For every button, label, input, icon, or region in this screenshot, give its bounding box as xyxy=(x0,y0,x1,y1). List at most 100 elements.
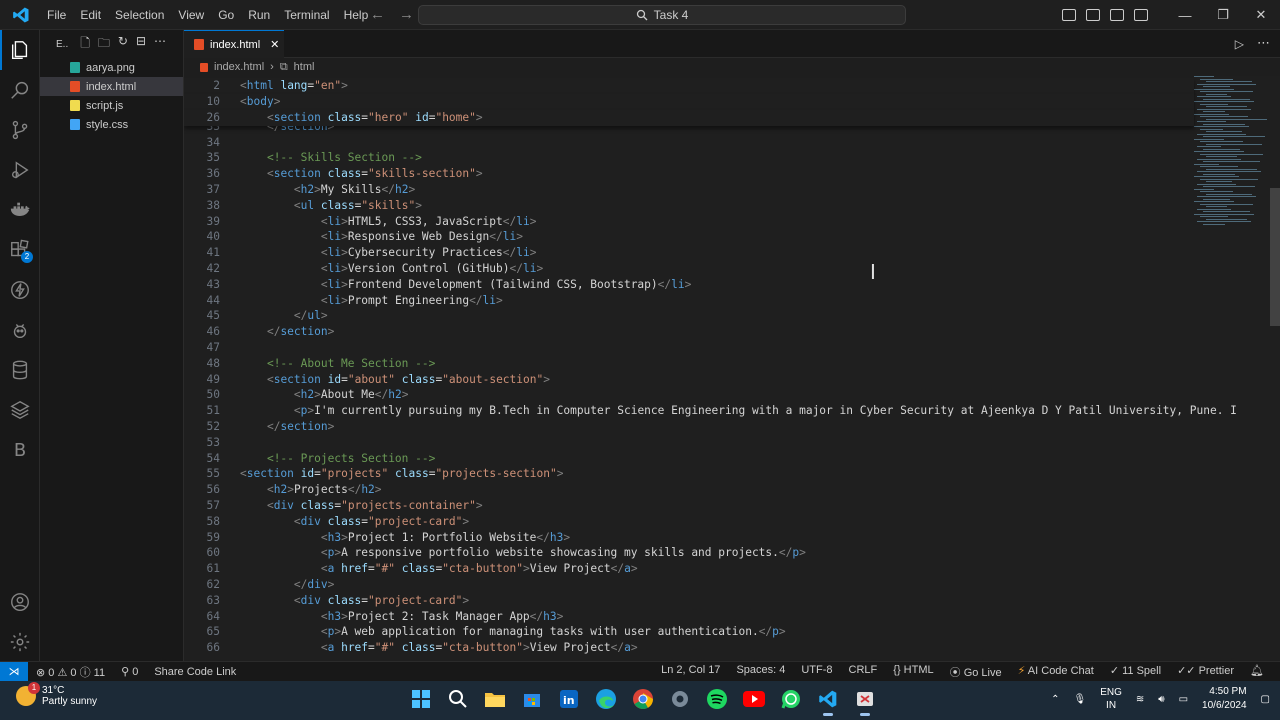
problems-indicator[interactable]: ⊗ 0 ⚠ 0 ⓘ 11 xyxy=(28,664,113,680)
ai-code-chat-button[interactable]: ⚡ AI Code Chat xyxy=(1010,664,1102,680)
menu-file[interactable]: File xyxy=(40,8,73,22)
more-actions-icon[interactable]: ⋯ xyxy=(154,34,166,55)
sticky-scroll-line[interactable]: 2 <html lang="en"> xyxy=(184,78,1194,94)
thunder-client-icon[interactable] xyxy=(0,270,40,310)
run-debug-icon[interactable] xyxy=(0,150,40,190)
copilot-icon[interactable] xyxy=(0,310,40,350)
snipping-tool-icon[interactable] xyxy=(852,686,878,716)
toggle-panel-icon[interactable] xyxy=(1086,9,1100,21)
code-line[interactable]: 54 <!-- Projects Section --> xyxy=(184,451,1194,467)
sticky-scroll-line[interactable]: 26 <section class="hero" id="home"> xyxy=(184,109,1194,126)
code-line[interactable]: 36 <section class="skills-section"> xyxy=(184,166,1194,182)
code-line[interactable]: 66 <a href="#" class="cta-button">View P… xyxy=(184,640,1194,656)
code-line[interactable]: 42 <li>Version Control (GitHub)</li> xyxy=(184,261,1194,277)
bootstrap-b-icon[interactable]: B xyxy=(0,430,40,470)
code-line[interactable]: 64 <h3>Project 2: Task Manager App</h3> xyxy=(184,609,1194,625)
file-aarya-png[interactable]: aarya.png xyxy=(40,58,183,77)
menu-go[interactable]: Go xyxy=(211,8,241,22)
windows-start-icon[interactable] xyxy=(408,686,434,712)
search-icon[interactable] xyxy=(445,686,471,712)
customize-layout-icon[interactable] xyxy=(1134,9,1148,21)
close-window-button[interactable]: ✕ xyxy=(1242,7,1280,23)
code-line[interactable]: 48 <!-- About Me Section --> xyxy=(184,356,1194,372)
command-center-search[interactable]: Task 4 xyxy=(418,5,906,25)
menu-selection[interactable]: Selection xyxy=(108,8,171,22)
file-explorer-icon[interactable] xyxy=(482,686,508,712)
new-folder-icon[interactable]: 🗀 xyxy=(98,34,110,55)
code-line[interactable]: 44 <li>Prompt Engineering</li> xyxy=(184,293,1194,309)
forward-arrow-icon[interactable]: → xyxy=(399,6,414,23)
code-line[interactable]: 47 xyxy=(184,340,1194,356)
database-icon[interactable] xyxy=(0,350,40,390)
menu-terminal[interactable]: Terminal xyxy=(277,8,336,22)
code-line[interactable]: 40 <li>Responsive Web Design</li> xyxy=(184,229,1194,245)
breadcrumb-file[interactable]: index.html xyxy=(214,61,264,73)
weather-widget[interactable]: 1 31°C Partly sunny xyxy=(16,682,97,707)
code-line[interactable]: 57 <div class="projects-container"> xyxy=(184,498,1194,514)
prettier-indicator[interactable]: ✓✓ Prettier xyxy=(1169,664,1242,680)
battery-icon[interactable]: ▭ xyxy=(1179,694,1188,705)
code-line[interactable]: 62 </div> xyxy=(184,577,1194,593)
explorer-icon[interactable] xyxy=(0,30,40,70)
code-line[interactable]: 38 <ul class="skills"> xyxy=(184,198,1194,214)
file-index-html[interactable]: index.html xyxy=(40,77,183,96)
remote-indicator-icon[interactable]: ⋊ xyxy=(0,661,28,682)
run-play-icon[interactable]: ▷ xyxy=(1235,37,1244,51)
layers-icon[interactable] xyxy=(0,390,40,430)
minimap[interactable] xyxy=(1194,76,1270,236)
code-line[interactable]: 53 xyxy=(184,435,1194,451)
language-mode[interactable]: {} HTML xyxy=(885,664,941,680)
settings-icon[interactable] xyxy=(667,686,693,712)
maximize-button[interactable]: ❐ xyxy=(1204,7,1242,23)
encoding[interactable]: UTF-8 xyxy=(793,664,840,680)
search-view-icon[interactable] xyxy=(0,70,40,110)
code-line[interactable]: 49 <section id="about" class="about-sect… xyxy=(184,372,1194,388)
code-line[interactable]: 60 <p>A responsive portfolio website sho… xyxy=(184,545,1194,561)
code-line[interactable]: 45 </ul> xyxy=(184,308,1194,324)
edge-icon[interactable] xyxy=(593,686,619,712)
indentation[interactable]: Spaces: 4 xyxy=(728,664,793,680)
code-line[interactable]: 55 <section id="projects" class="projects… xyxy=(184,466,1194,482)
notifications-bell-icon[interactable]: 🔔︎ xyxy=(1242,664,1272,680)
share-code-link[interactable]: Share Code Link xyxy=(146,666,244,678)
code-line[interactable]: 39 <li>HTML5, CSS3, JavaScript</li> xyxy=(184,214,1194,230)
linkedin-icon[interactable]: in xyxy=(556,686,582,712)
minimize-button[interactable]: — xyxy=(1166,8,1204,23)
code-line[interactable]: 65 <p>A web application for managing tas… xyxy=(184,624,1194,640)
file-script-js[interactable]: script.js xyxy=(40,96,183,115)
vertical-scrollbar[interactable] xyxy=(1268,76,1280,661)
toggle-secondary-sidebar-icon[interactable] xyxy=(1110,9,1124,21)
sticky-scroll-line[interactable]: 10 <body> xyxy=(184,93,1194,110)
menu-edit[interactable]: Edit xyxy=(73,8,108,22)
refresh-icon[interactable]: ↻ xyxy=(118,34,128,55)
microsoft-store-icon[interactable] xyxy=(519,686,545,712)
code-line[interactable]: 59 <h3>Project 1: Portfolio Website</h3> xyxy=(184,530,1194,546)
scrollbar-thumb[interactable] xyxy=(1270,188,1280,326)
tab-index-html[interactable]: index.html ✕ xyxy=(184,30,284,58)
code-line[interactable]: 63 <div class="project-card"> xyxy=(184,593,1194,609)
spotify-icon[interactable] xyxy=(704,686,730,712)
editor-more-actions-icon[interactable]: ⋯ xyxy=(1257,35,1270,51)
code-line[interactable]: 37 <h2>My Skills</h2> xyxy=(184,182,1194,198)
collapse-all-icon[interactable]: ⊟ xyxy=(136,34,146,55)
language-indicator[interactable]: ENG IN xyxy=(1100,686,1122,712)
docker-icon[interactable] xyxy=(0,190,40,230)
menu-run[interactable]: Run xyxy=(241,8,277,22)
clock[interactable]: 4:50 PM 10/6/2024 xyxy=(1202,685,1247,713)
new-file-icon[interactable]: 🗋 xyxy=(80,34,90,55)
end-of-line[interactable]: CRLF xyxy=(841,664,886,680)
ports-indicator[interactable]: ⚲ 0 xyxy=(113,665,146,678)
show-hidden-icons-chevron-icon[interactable]: ⌃ xyxy=(1051,694,1059,705)
close-tab-icon[interactable]: ✕ xyxy=(270,38,279,51)
extensions-icon[interactable]: 2 xyxy=(0,230,40,270)
toggle-primary-sidebar-icon[interactable] xyxy=(1062,9,1076,21)
cursor-position[interactable]: Ln 2, Col 17 xyxy=(653,664,728,680)
notification-center-icon[interactable]: ▢ xyxy=(1261,694,1270,705)
code-line[interactable]: 43 <li>Frontend Development (Tailwind CS… xyxy=(184,277,1194,293)
accounts-icon[interactable] xyxy=(0,582,40,622)
go-live-button[interactable]: ⦿ Go Live xyxy=(942,664,1010,680)
code-line[interactable]: 58 <div class="project-card"> xyxy=(184,514,1194,530)
wifi-icon[interactable]: ≋ xyxy=(1136,694,1144,705)
spell-check-indicator[interactable]: ✓ 11 Spell xyxy=(1102,664,1169,680)
source-control-icon[interactable] xyxy=(0,110,40,150)
